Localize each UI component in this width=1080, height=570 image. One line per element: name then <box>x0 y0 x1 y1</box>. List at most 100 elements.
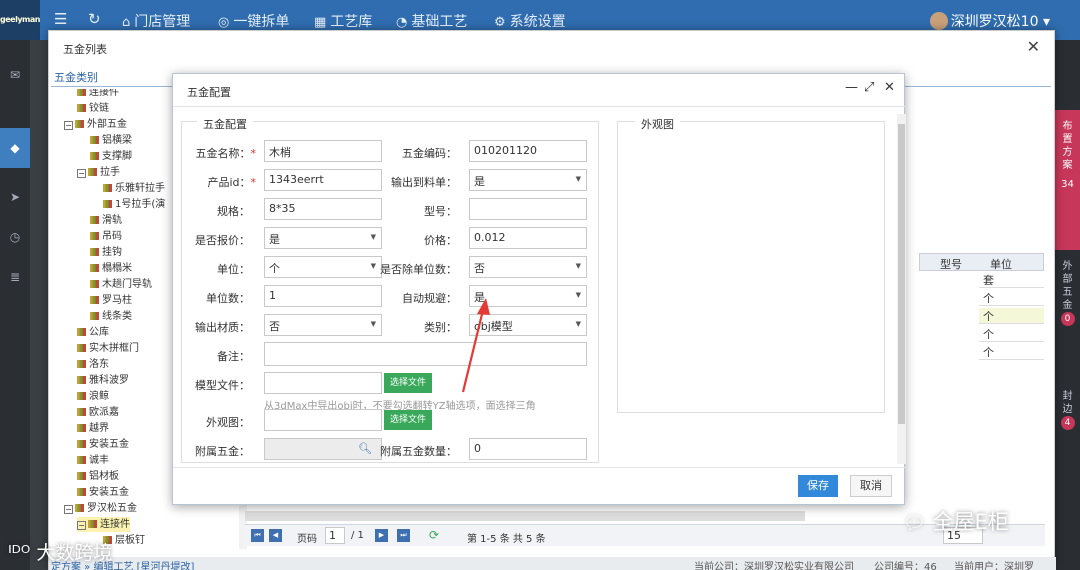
quote-select[interactable]: 是 <box>264 227 382 249</box>
collapse-icon[interactable]: − <box>77 169 86 178</box>
price-input[interactable]: 0.012 <box>469 227 587 249</box>
tree-item[interactable]: 铝横梁 <box>90 133 132 148</box>
tree-item[interactable]: 挂钩 <box>90 245 122 260</box>
appearance-input[interactable] <box>264 409 382 431</box>
minimize-icon[interactable]: — <box>845 80 858 95</box>
collapse-icon[interactable]: − <box>64 505 73 514</box>
tree-item[interactable]: 1号拉手(演 <box>103 197 165 212</box>
nav-item-settings[interactable]: ⚙ 系统设置 <box>494 11 566 31</box>
horizontal-scrollbar[interactable] <box>245 511 805 521</box>
close-icon[interactable]: ✕ <box>1027 37 1040 56</box>
auto-avoid-select[interactable]: 是 <box>469 285 587 307</box>
tree-item[interactable]: 公库 <box>77 325 109 340</box>
collapse-icon[interactable]: − <box>77 521 86 530</box>
name-input[interactable]: 木梢 <box>264 140 382 162</box>
close-icon[interactable]: ✕ <box>884 80 895 95</box>
output-material-select[interactable]: 否 <box>264 314 382 336</box>
next-page-icon[interactable]: ▶ <box>375 529 388 542</box>
grid-cell-unit[interactable]: 个 <box>979 326 1044 342</box>
scroll-thumb[interactable] <box>898 124 905 424</box>
tree-item[interactable]: − 连接件 <box>77 517 130 532</box>
tree-item[interactable]: 支撑脚 <box>90 149 132 164</box>
folder-icon <box>77 104 86 112</box>
search-icon[interactable]: 🔍︎ <box>358 442 372 455</box>
folder-icon <box>88 520 97 528</box>
paper-plane-icon[interactable]: ➤ <box>8 190 22 204</box>
list-icon[interactable]: ≣ <box>8 270 22 284</box>
tree-item[interactable]: 安装五金 <box>77 437 129 452</box>
code-input[interactable]: 010201120 <box>469 140 587 162</box>
clock-icon[interactable]: ◷ <box>8 230 22 244</box>
tree-item-label: 外部五金 <box>87 119 127 130</box>
user-menu[interactable]: 深圳罗汉松10 ▾ <box>929 11 1050 31</box>
note-textarea[interactable] <box>264 342 587 366</box>
model-input[interactable] <box>469 198 587 220</box>
column-unit[interactable]: 单位 <box>990 256 1012 272</box>
folder-icon <box>103 200 112 208</box>
collapse-icon[interactable]: − <box>64 121 73 130</box>
menu-icon[interactable]: ☰ <box>54 10 67 28</box>
tree-item[interactable]: 线条类 <box>90 309 132 324</box>
nav-item-craft-lib[interactable]: ▦ 工艺库 <box>314 11 372 31</box>
last-page-icon[interactable]: ⏭ <box>397 529 410 542</box>
send-icon[interactable] <box>8 150 22 164</box>
page-input[interactable]: 1 <box>325 527 345 544</box>
maximize-icon[interactable]: ⤢ <box>864 80 874 95</box>
tree-item[interactable]: 铝材板 <box>77 469 119 484</box>
nav-item-store[interactable]: ⌂ 门店管理 <box>122 11 190 31</box>
column-model[interactable]: 型号 <box>940 256 962 272</box>
tree-item[interactable]: 雅科波罗 <box>77 373 129 388</box>
tree-item[interactable]: 铰链 <box>77 101 109 116</box>
tree-item-label: 线条类 <box>102 311 132 322</box>
tree-item[interactable]: 罗马柱 <box>90 293 132 308</box>
tree-item[interactable]: 榻榻米 <box>90 261 132 276</box>
tree-item[interactable]: 乐雅轩拉手 <box>103 181 165 196</box>
unit-count-input[interactable]: 1 <box>264 285 382 307</box>
tree-item-label: 罗马柱 <box>102 295 132 306</box>
tree-item[interactable]: 越界 <box>77 421 109 436</box>
tree-item[interactable]: 连接件 <box>77 89 119 100</box>
grid-cell-unit[interactable]: 个 <box>979 344 1044 360</box>
tree-item[interactable]: 木趟门导轨 <box>90 277 152 292</box>
tree-item[interactable]: − 罗汉松五金 <box>64 501 137 516</box>
refresh-icon[interactable]: ↻ <box>88 10 101 28</box>
folder-icon <box>77 472 86 480</box>
tree-item[interactable]: − 拉手 <box>77 165 120 180</box>
pager-summary: 第 1-5 条 共 5 条 <box>467 534 546 545</box>
tree-item[interactable]: 诚丰 <box>77 453 109 468</box>
spec-input[interactable]: 8*35 <box>264 198 382 220</box>
tree-item[interactable]: 滑轨 <box>90 213 122 228</box>
choose-appearance-file-button[interactable]: 选择文件 <box>384 410 432 430</box>
tab-category[interactable]: 五金类别 <box>54 69 98 85</box>
first-page-icon[interactable]: ⏮ <box>251 529 264 542</box>
mail-icon[interactable]: ✉ <box>8 68 22 82</box>
reload-icon[interactable]: ⟳ <box>429 528 439 542</box>
product-id-input[interactable]: 1343eerrt <box>264 169 382 191</box>
tree-item[interactable]: 安装五金 <box>77 485 129 500</box>
model-file-input[interactable] <box>264 372 382 394</box>
tree-item[interactable]: 浪鲸 <box>77 389 109 404</box>
tree-item[interactable]: 吊码 <box>90 229 122 244</box>
external-hardware-tab[interactable]: 外部五金 0 <box>1055 260 1080 326</box>
nav-item-basic-craft[interactable]: ◔ 基础工艺 <box>396 11 467 31</box>
edge-banding-tab[interactable]: 封边 4 <box>1055 390 1080 430</box>
save-button[interactable]: 保存 <box>798 475 838 497</box>
attached-count-input[interactable]: 0 <box>469 438 587 460</box>
tree-item[interactable]: 实木拼框门 <box>77 341 139 356</box>
tree-item[interactable]: 洛东 <box>77 357 109 372</box>
tree-item[interactable]: − 外部五金 <box>64 117 127 132</box>
cancel-button[interactable]: 取消 <box>850 475 892 497</box>
category-select[interactable]: obj模型 <box>469 314 587 336</box>
unit-select[interactable]: 个 <box>264 256 382 278</box>
grid-cell-unit[interactable]: 套 <box>979 272 1044 288</box>
prev-page-icon[interactable]: ◀ <box>269 529 282 542</box>
tree-item[interactable]: 欧派嘉 <box>77 405 119 420</box>
grid-cell-unit[interactable]: 个 <box>979 290 1044 306</box>
layout-plan-tab[interactable]: 布置方案 34 <box>1055 110 1080 250</box>
grid-cell-unit[interactable]: 个 <box>979 308 1044 324</box>
nav-item-split[interactable]: ◎ 一键拆单 <box>218 11 289 31</box>
divide-unit-select[interactable]: 否 <box>469 256 587 278</box>
choose-model-file-button[interactable]: 选择文件 <box>384 373 432 393</box>
output-bom-select[interactable]: 是 <box>469 169 587 191</box>
output-bom-label: 输出到料单： <box>391 176 457 189</box>
